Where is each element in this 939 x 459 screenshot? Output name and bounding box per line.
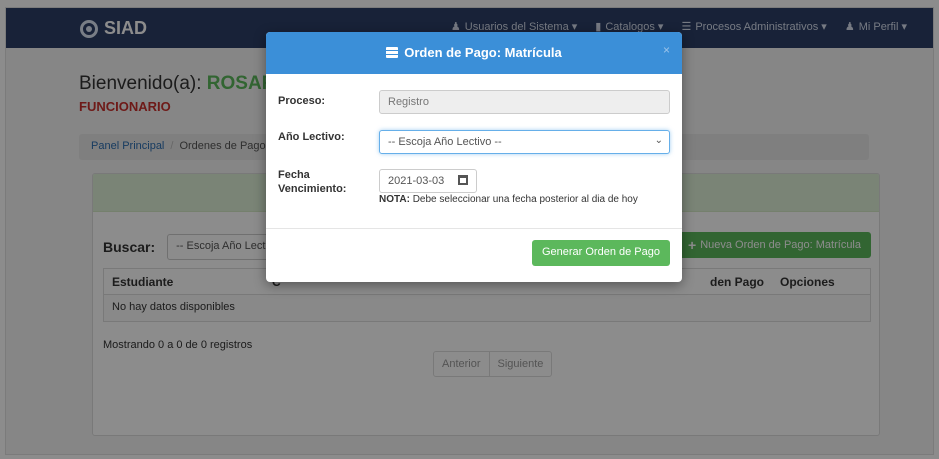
- proceso-label: Proceso:: [278, 95, 326, 107]
- fecha-label-line1: Fecha: [278, 169, 310, 181]
- payment-order-modal: Orden de Pago: Matrícula × Proceso: Regi…: [266, 32, 682, 282]
- date-note: NOTA: Debe seleccionar una fecha posteri…: [379, 194, 638, 205]
- fecha-value: 2021-03-03: [388, 175, 445, 187]
- anio-lectivo-value: -- Escoja Año Lectivo --: [388, 136, 502, 148]
- fecha-label-line2: Vencimiento:: [278, 183, 347, 195]
- fecha-vencimiento-label: Fecha Vencimiento:: [278, 168, 346, 196]
- note-text: Debe seleccionar una fecha posterior al …: [409, 194, 638, 205]
- proceso-input[interactable]: Registro: [379, 90, 670, 114]
- modal-title: Orden de Pago: Matrícula: [266, 45, 682, 60]
- modal-footer: Generar Orden de Pago: [266, 228, 682, 282]
- close-icon[interactable]: ×: [663, 43, 670, 57]
- modal-title-text: Orden de Pago: Matrícula: [404, 45, 562, 60]
- anio-lectivo-label: Año Lectivo:: [278, 131, 345, 143]
- fecha-vencimiento-input[interactable]: 2021-03-03: [379, 169, 477, 193]
- generate-order-button[interactable]: Generar Orden de Pago: [531, 240, 670, 266]
- calendar-icon[interactable]: [458, 175, 468, 185]
- anio-lectivo-select[interactable]: -- Escoja Año Lectivo -- ⌄: [379, 130, 670, 154]
- list-icon: [386, 47, 399, 58]
- note-label: NOTA:: [379, 194, 410, 205]
- modal-header: Orden de Pago: Matrícula ×: [266, 32, 682, 74]
- chevron-down-icon: ⌄: [654, 135, 663, 146]
